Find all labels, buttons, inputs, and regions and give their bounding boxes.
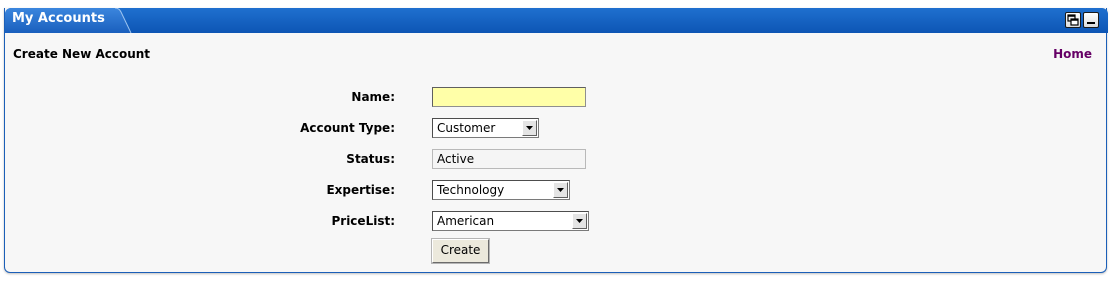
page-title: Create New Account [13,47,151,61]
expertise-value: Technology [437,183,505,197]
portlet-titlebar: My Accounts [5,8,1108,33]
pricelist-label: PriceList: [331,214,395,228]
status-label: Status: [346,152,395,166]
account-type-label: Account Type: [300,121,395,135]
restore-icon [1067,14,1079,26]
name-label: Name: [351,90,395,104]
pricelist-value: American [437,214,495,228]
status-field: Active [432,149,586,169]
expertise-select[interactable]: Technology [432,180,570,200]
pricelist-dropdown-arrow[interactable] [572,213,587,229]
name-input[interactable] [432,87,586,107]
account-type-select[interactable]: Customer [432,118,539,138]
expertise-label: Expertise: [326,183,395,197]
title-tab: My Accounts [5,8,132,33]
account-type-value: Customer [437,121,496,135]
chevron-down-icon [526,126,533,130]
expertise-dropdown-arrow[interactable] [553,182,568,198]
accounts-portlet: My Accounts Create New Account Home Name… [4,8,1108,273]
chevron-down-icon [576,219,583,223]
minimize-window-button[interactable] [1083,12,1099,28]
portlet-title: My Accounts [12,11,105,26]
account-type-dropdown-arrow[interactable] [522,120,537,136]
pricelist-select[interactable]: American [432,211,589,231]
create-button[interactable]: Create [431,238,490,264]
minimize-icon [1087,22,1095,24]
chevron-down-icon [557,188,564,192]
restore-window-button[interactable] [1065,12,1081,28]
home-link[interactable]: Home [1053,47,1092,61]
